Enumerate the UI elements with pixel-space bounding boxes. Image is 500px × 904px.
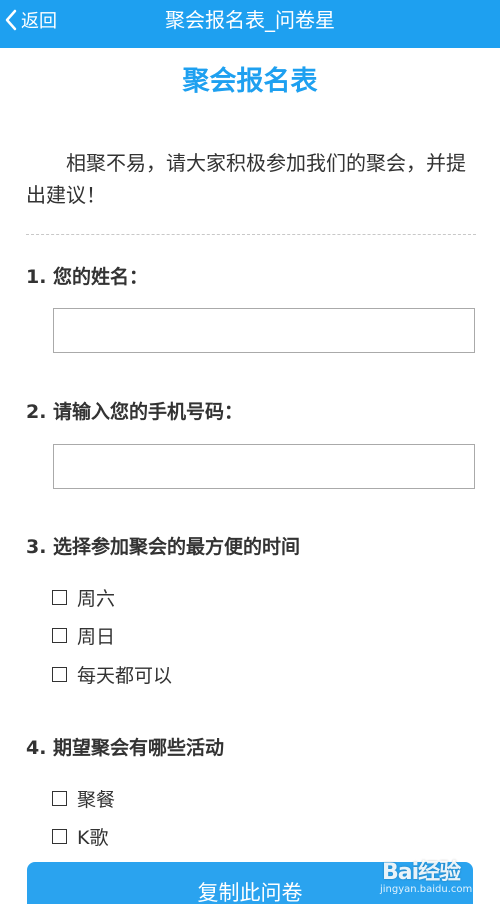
navbar-title: 聚会报名表_问卷星 (165, 8, 335, 32)
back-button[interactable]: 返回 (4, 0, 57, 40)
option-saturday[interactable]: 周六 (52, 582, 115, 612)
checkbox-icon[interactable] (52, 589, 67, 605)
back-label: 返回 (21, 11, 57, 32)
watermark-url: jingyan.baidu.com (380, 884, 473, 895)
option-label: 每天都可以 (77, 664, 173, 687)
option-karaoke[interactable]: K歌 (52, 821, 108, 851)
survey-title: 聚会报名表 (182, 66, 318, 97)
question-1-title: 1. 您的姓名： (26, 266, 149, 288)
checkbox-icon[interactable] (52, 790, 67, 806)
option-sunday[interactable]: 周日 (52, 620, 115, 650)
checkbox-icon[interactable] (52, 627, 67, 643)
watermark: Bai经验 jingyan.baidu.com (380, 850, 495, 902)
checkbox-icon[interactable] (52, 828, 67, 844)
watermark-logo: Bai经验 (382, 860, 461, 885)
question-3-title: 3. 选择参加聚会的最方便的时间 (26, 536, 301, 558)
navigation-bar: 返回 聚会报名表_问卷星 (0, 0, 500, 48)
checkbox-icon[interactable] (52, 666, 67, 682)
option-label: K歌 (77, 826, 109, 849)
option-dinner[interactable]: 聚餐 (52, 783, 115, 813)
option-any-day[interactable]: 每天都可以 (52, 659, 172, 689)
chevron-left-icon (4, 9, 18, 31)
phone-input[interactable] (53, 444, 475, 489)
question-4-title: 4. 期望聚会有哪些活动 (26, 737, 225, 759)
option-label: 周日 (77, 625, 116, 648)
option-label: 周六 (77, 587, 116, 610)
name-input[interactable] (53, 308, 475, 353)
question-2-title: 2. 请输入您的手机号码： (26, 401, 244, 423)
survey-intro: 相聚不易，请大家积极参加我们的聚会，并提出建议！ (26, 151, 466, 207)
dashed-divider (26, 234, 476, 235)
option-label: 聚餐 (77, 788, 116, 811)
